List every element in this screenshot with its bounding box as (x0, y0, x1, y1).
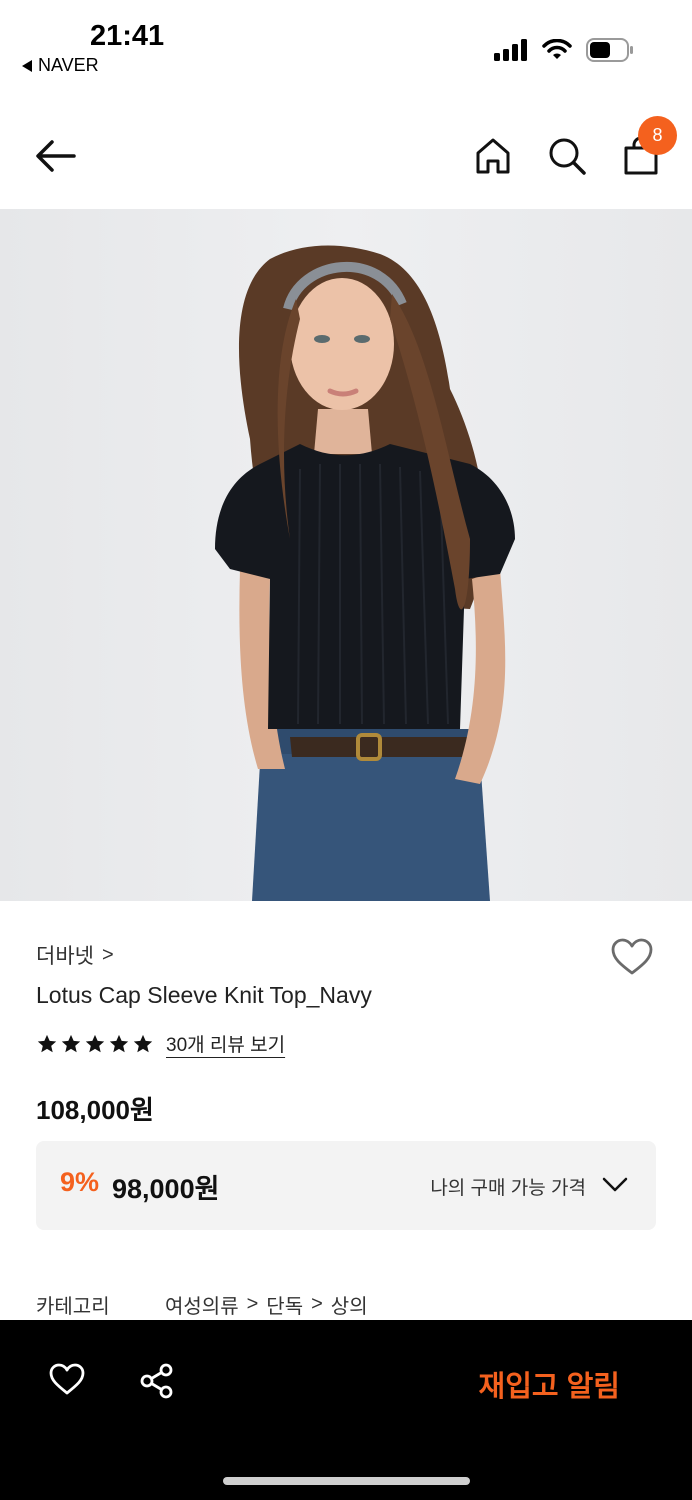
product-title: Lotus Cap Sleeve Knit Top_Navy (36, 982, 372, 1008)
star-icon (85, 1034, 105, 1052)
chevron-down-icon (602, 1177, 628, 1192)
heart-outline-icon (611, 938, 653, 975)
search-button[interactable] (547, 136, 587, 176)
heart-outline-icon (49, 1363, 85, 1395)
rating-stars (36, 1033, 154, 1055)
home-button[interactable] (474, 136, 512, 176)
cart-count-badge: 8 (638, 116, 677, 155)
back-button[interactable] (34, 136, 78, 176)
discount-box[interactable]: 9% 98,000원 나의 구매 가능 가격 (36, 1141, 656, 1230)
star-icon (37, 1034, 57, 1052)
status-time: 21:41 (90, 20, 165, 52)
category-item[interactable]: 상의 (331, 1290, 368, 1319)
back-triangle-icon (22, 59, 32, 72)
discount-percent: 9% (60, 1167, 100, 1197)
search-icon (549, 138, 586, 175)
star-icon (109, 1034, 129, 1052)
back-to-app-link[interactable]: NAVER (22, 55, 99, 76)
star-icon (61, 1034, 81, 1052)
home-indicator (223, 1477, 470, 1485)
signal-icon (494, 39, 527, 61)
home-icon (476, 138, 510, 174)
brand-name: 더바넷 (36, 945, 94, 968)
category-item[interactable]: 단독 (266, 1290, 303, 1319)
category-label: 카테고리 (36, 1296, 110, 1318)
star-icon (133, 1034, 153, 1052)
product-image[interactable] (0, 209, 692, 901)
category-item[interactable]: 여성의류 (165, 1290, 239, 1319)
restock-alert-button[interactable]: 재입고 알림 (479, 1363, 620, 1405)
my-price-label: 나의 구매 가능 가격 (430, 1178, 586, 1199)
product-photo (215, 245, 515, 901)
back-app-label: NAVER (38, 55, 99, 75)
chevron-right-icon: > (246, 1293, 259, 1315)
bottom-action-bar: 재입고 알림 (0, 1320, 692, 1500)
bottom-wishlist-button[interactable] (48, 1362, 86, 1401)
rating-row: 30개 리뷰 보기 (36, 1030, 285, 1057)
category-breadcrumb: 여성의류 > 단독 > 상의 (165, 1290, 368, 1319)
review-link[interactable]: 30개 리뷰 보기 (166, 1030, 285, 1057)
share-icon (140, 1363, 173, 1399)
arrow-left-icon (36, 140, 76, 172)
brand-link[interactable]: 더바넷 > (36, 940, 114, 970)
wishlist-button[interactable] (610, 937, 654, 982)
status-icons (494, 38, 634, 62)
chevron-right-icon: > (101, 943, 114, 966)
battery-icon (586, 38, 633, 62)
share-button[interactable] (138, 1362, 176, 1405)
wifi-icon (542, 39, 572, 59)
discount-price: 98,000원 (112, 1174, 220, 1204)
chevron-right-icon: > (311, 1293, 323, 1315)
original-price: 108,000원 (36, 1095, 154, 1125)
